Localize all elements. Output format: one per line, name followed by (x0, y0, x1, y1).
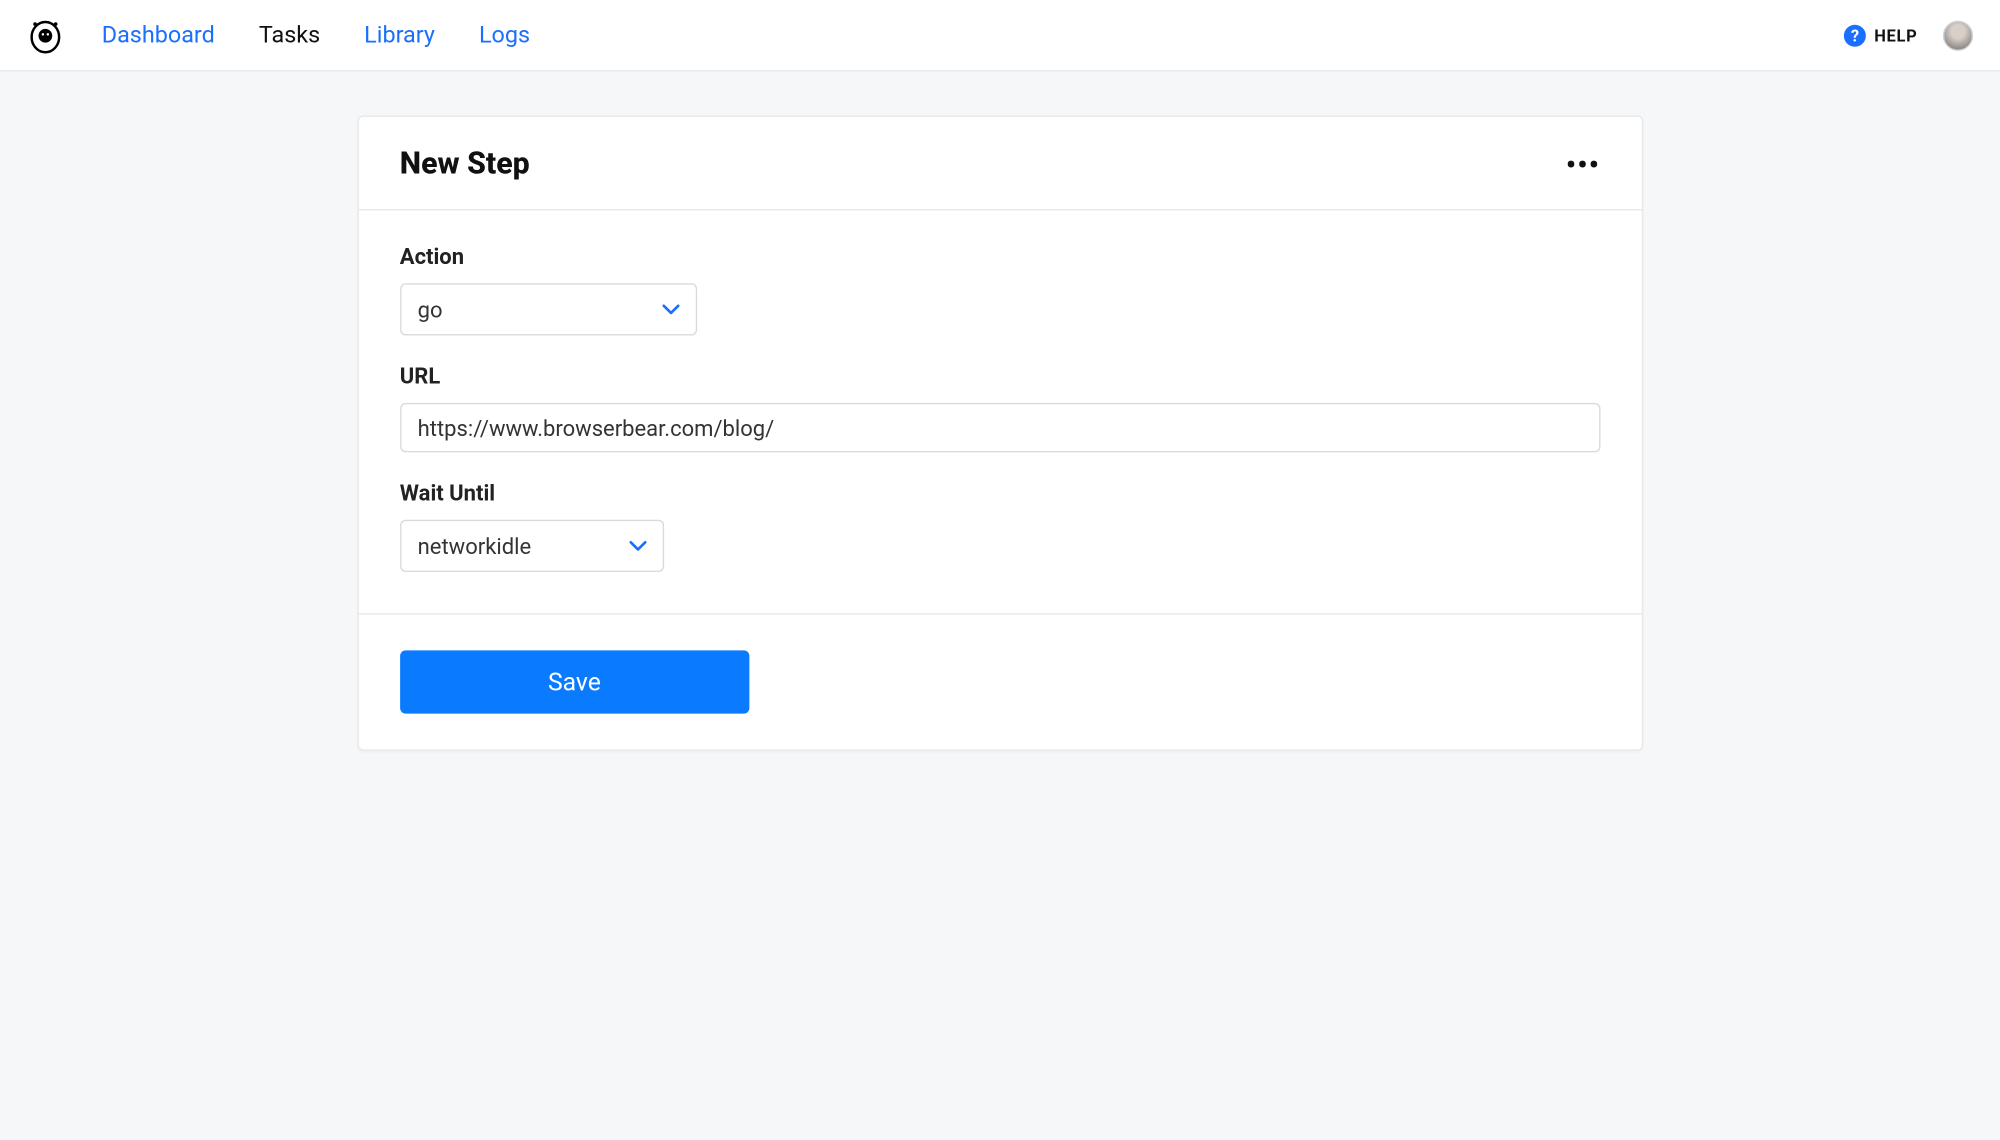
card-header: New Step ••• (359, 117, 1642, 211)
action-select[interactable]: go (400, 283, 697, 335)
nav-dashboard[interactable]: Dashboard (102, 21, 215, 49)
top-navigation: Dashboard Tasks Library Logs ? HELP (0, 0, 2000, 72)
user-avatar[interactable] (1942, 20, 1972, 50)
nav-links: Dashboard Tasks Library Logs (102, 21, 530, 49)
nav-logs[interactable]: Logs (479, 21, 530, 49)
help-icon: ? (1844, 24, 1866, 46)
help-link[interactable]: ? HELP (1844, 24, 1917, 46)
action-label: Action (400, 243, 1600, 269)
new-step-card: New Step ••• Action go URL (357, 116, 1643, 751)
card-body: Action go URL Wait Until (359, 210, 1642, 614)
url-input[interactable] (400, 403, 1600, 453)
app-logo[interactable] (28, 17, 64, 53)
wait-until-select[interactable]: networkidle (400, 520, 664, 572)
field-url: URL (400, 363, 1600, 452)
card-title: New Step (400, 147, 530, 181)
card-footer: Save (359, 615, 1642, 750)
save-button[interactable]: Save (400, 650, 749, 713)
more-options-icon[interactable]: ••• (1566, 151, 1600, 179)
url-label: URL (400, 363, 1600, 389)
bear-logo-icon (28, 17, 64, 53)
field-action: Action go (400, 243, 1600, 335)
nav-tasks[interactable]: Tasks (259, 21, 320, 49)
nav-library[interactable]: Library (364, 21, 435, 49)
field-wait-until: Wait Until networkidle (400, 480, 1600, 572)
help-label: HELP (1874, 25, 1917, 44)
wait-until-label: Wait Until (400, 480, 1600, 506)
